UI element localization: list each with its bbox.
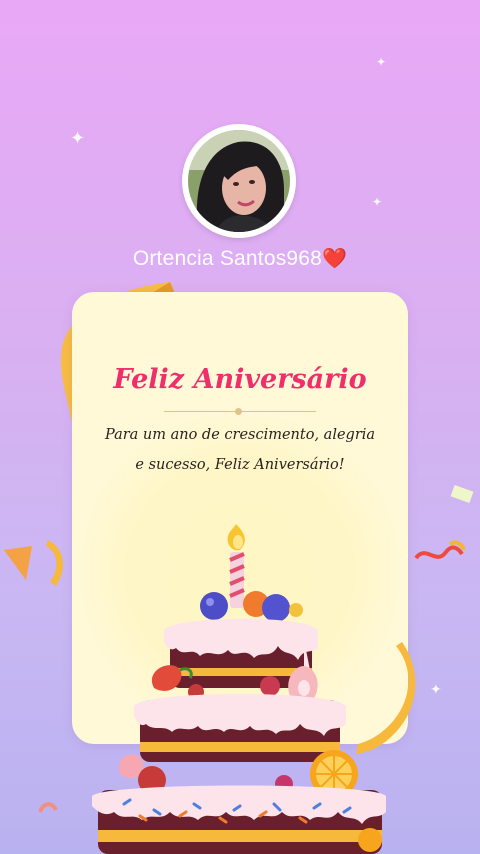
birthday-cake-illustration (92, 524, 386, 854)
confetti-piece (4, 546, 32, 580)
card-message: Para um ano de crescimento, alegria e su… (104, 427, 376, 473)
confetti-piece (450, 484, 474, 504)
sparkle-icon: ✦ (376, 55, 387, 69)
heart-icon: ❤️ (322, 248, 348, 270)
confetti-piece (414, 540, 466, 560)
username-label: Ortencia Santos968❤️ (0, 246, 480, 271)
avatar[interactable] (182, 124, 296, 238)
sparkle-icon: ✦ (70, 128, 86, 149)
card-title: Feliz Aniversário (113, 364, 367, 395)
confetti-piece (38, 802, 58, 813)
username-text: Ortencia Santos968 (132, 247, 323, 270)
confetti-piece (46, 540, 63, 586)
divider-dot (235, 408, 242, 415)
sparkle-icon: ✦ (372, 195, 383, 209)
avatar-photo (188, 130, 290, 232)
